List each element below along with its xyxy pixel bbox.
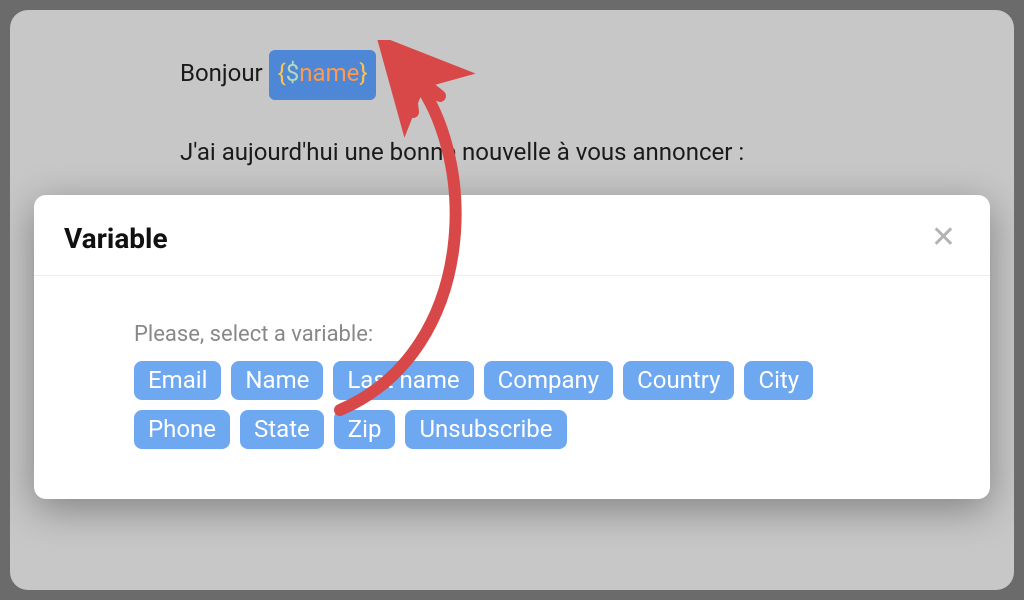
variable-modal: Variable ✕ Please, select a variable: Em… bbox=[34, 195, 990, 499]
variable-chip-list: Email Name Last name Company Country Cit… bbox=[134, 361, 890, 449]
editor-window: Bonjour {$name} J'ai aujourd'hui une bon… bbox=[10, 10, 1014, 590]
token-dollar: $ bbox=[286, 59, 300, 87]
modal-prompt: Please, select a variable: bbox=[134, 322, 890, 347]
modal-body: Please, select a variable: Email Name La… bbox=[34, 276, 990, 499]
variable-chip-last-name[interactable]: Last name bbox=[333, 361, 473, 400]
modal-header: Variable ✕ bbox=[34, 195, 990, 276]
token-name: name bbox=[299, 59, 359, 87]
variable-chip-city[interactable]: City bbox=[744, 361, 813, 400]
editor-line-1: Bonjour {$name} bbox=[180, 50, 954, 100]
editor-line-2: J'ai aujourd'hui une bonne nouvelle à vo… bbox=[180, 130, 954, 176]
variable-chip-state[interactable]: State bbox=[240, 410, 324, 449]
variable-chip-phone[interactable]: Phone bbox=[134, 410, 230, 449]
variable-chip-country[interactable]: Country bbox=[623, 361, 734, 400]
token-open-brace: { bbox=[278, 59, 286, 87]
variable-chip-zip[interactable]: Zip bbox=[334, 410, 396, 449]
variable-chip-unsubscribe[interactable]: Unsubscribe bbox=[405, 410, 566, 449]
modal-title: Variable bbox=[64, 222, 168, 255]
greeting-text: Bonjour bbox=[180, 59, 269, 87]
close-icon[interactable]: ✕ bbox=[927, 219, 960, 257]
variable-chip-email[interactable]: Email bbox=[134, 361, 221, 400]
variable-chip-name[interactable]: Name bbox=[231, 361, 323, 400]
inline-variable-token[interactable]: {$name} bbox=[269, 50, 377, 100]
token-close-brace: } bbox=[359, 59, 367, 87]
variable-chip-company[interactable]: Company bbox=[484, 361, 614, 400]
